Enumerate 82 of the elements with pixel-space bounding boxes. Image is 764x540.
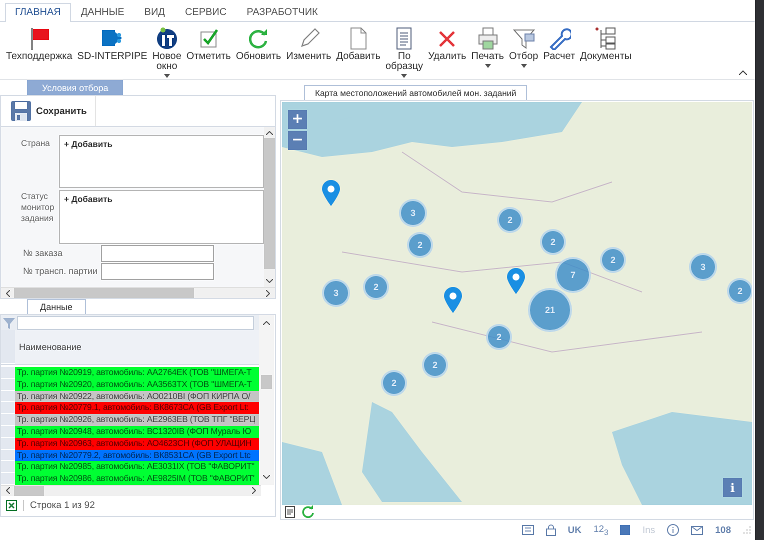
info-button[interactable]: i [723,478,742,497]
info-icon [667,524,680,536]
table-cell: Тр. партия №20779.1, автомобиль: ВК8673СА (GB Export Lt: [15,402,255,414]
zoom-out-button[interactable]: − [288,131,307,150]
input-field[interactable] [101,263,214,280]
scroll-up-icon[interactable] [263,321,270,325]
scrollbar-thumb[interactable] [14,288,194,298]
field-label: № заказа [22,247,64,260]
number-mode-indicator: 12$_{3}$ [593,524,608,536]
ribbon-button[interactable]: Добавить [334,25,382,63]
keyboard-icon [522,525,534,535]
ribbon-button[interactable]: Техподдержка [4,25,74,63]
table-cell: Тр. партия №20779.2, автомобиль: ВК8531СА (GB Export Ltc [15,450,255,462]
scroll-up-icon[interactable] [266,131,273,135]
wrench-icon [547,26,572,50]
scroll-down-icon[interactable] [263,474,270,479]
ribbon-button[interactable]: Удалить [426,25,468,63]
zoom-in-button[interactable]: + [288,110,307,129]
panel-tab[interactable]: Карта местоположений автомобилей мон. заданий [304,85,528,100]
message-count: 108 [715,524,731,536]
document-tree-icon [594,26,618,50]
ribbon-button[interactable]: Расчет [541,25,578,63]
field-label: Страна [20,137,51,150]
scroll-right-icon[interactable] [266,290,270,296]
insert-mode-indicator: Ins [642,524,656,536]
ribbon-tab[interactable]: РАЗРАБОТЧИК [236,3,328,22]
table-cell: Тр. партия №20985, автомобиль: АЕ3031ІХ (ТОВ "ФАВОРИТ" [15,461,255,474]
ribbon-tab[interactable]: СЕРВИС [174,3,237,22]
filter-field[interactable] [17,316,254,330]
table-cell: Тр. партия №20963, автомобиль: АО4623СН (ФОП УЛАЩИН [15,438,255,450]
list-field[interactable]: + Добавить [59,190,264,244]
ribbon-button[interactable]: Отбор [507,25,540,69]
table-cell: Тр. партия №20986, автомобиль: АЕ9825ІМ (ТОВ "ФАВОРИТ" [15,473,255,485]
ribbon-button[interactable]: Отметить [184,25,233,63]
input-field[interactable] [101,245,214,262]
list-field[interactable]: + Добавить [59,135,264,188]
ribbon-button[interactable]: Изменить [284,25,334,63]
ribbon-tab[interactable]: ГЛАВНАЯ [5,3,71,22]
collapse-ribbon-icon[interactable] [739,70,747,75]
report-icon[interactable] [285,506,295,518]
lock-icon [546,524,556,536]
table-cell: Тр. партия №20919, автомобиль: АА2764ЕК (ТОВ "ШМЕГА-Т [15,367,255,379]
vertical-scrollbar[interactable] [264,127,275,287]
font-icon [620,525,630,535]
table-cell: Тр. партия №20948, автомобиль: ВС1320ІВ (ФОП Мураль Ю [15,426,255,438]
add-link[interactable]: + Добавить [64,194,112,204]
horizontal-scrollbar[interactable] [1,484,261,496]
company-logo-icon [154,26,179,50]
scroll-right-icon[interactable] [252,487,256,494]
scroll-left-icon[interactable] [6,290,10,296]
map-pin-icon[interactable] [322,180,340,206]
ribbon-button[interactable]: Печать [469,25,506,69]
envelope-icon [691,526,704,534]
scrollbar-thumb[interactable] [264,138,275,269]
field-label: № трансп. партии [22,265,98,278]
field-label: Статус монитор задания [20,190,56,225]
ribbon-button[interactable]: Обновить [234,25,284,63]
horizontal-scrollbar[interactable] [1,287,275,298]
table-cell: Тр. партия №20920, автомобиль: АА3563ТХ (ТОВ "ШМЕГА-Т [15,378,255,391]
table-cell: Тр. партия №20926, автомобиль: АЕ2963ЕВ (ТОВ ТПГ "ВЕРЦ [15,414,255,426]
ribbon-tab[interactable]: ДАННЫЕ [70,3,134,22]
scroll-down-icon[interactable] [266,279,273,283]
ribbon-tab[interactable]: ВИД [134,3,175,22]
add-link[interactable]: + Добавить [64,139,112,149]
refresh-icon[interactable] [301,505,314,518]
resize-grip-icon[interactable] [743,526,751,534]
ribbon-button[interactable]: Документы [578,25,634,63]
ribbon-button[interactable]: SD-INTERPIPE [75,25,150,63]
printer-icon [476,26,500,50]
excel-export-icon[interactable] [6,500,17,512]
table-cell: Тр. партия №20922, автомобиль: АО0210ВІ (ФОП КИРПА О/ [15,390,255,402]
row-counter: Строка 1 из 92 [23,500,95,512]
panel-tab[interactable]: Данные [27,299,86,314]
scroll-left-icon[interactable] [6,487,10,494]
scrollbar-thumb[interactable] [14,486,44,496]
map-pin-icon[interactable] [444,287,462,313]
ribbon-button[interactable]: По образцу [383,25,426,79]
scrollbar-thumb[interactable] [261,375,272,389]
language-indicator: UK [568,524,582,536]
ribbon-button[interactable]: Новое окно [150,25,184,79]
vertical-scrollbar[interactable] [259,315,274,485]
map-pin-icon[interactable] [507,268,525,294]
